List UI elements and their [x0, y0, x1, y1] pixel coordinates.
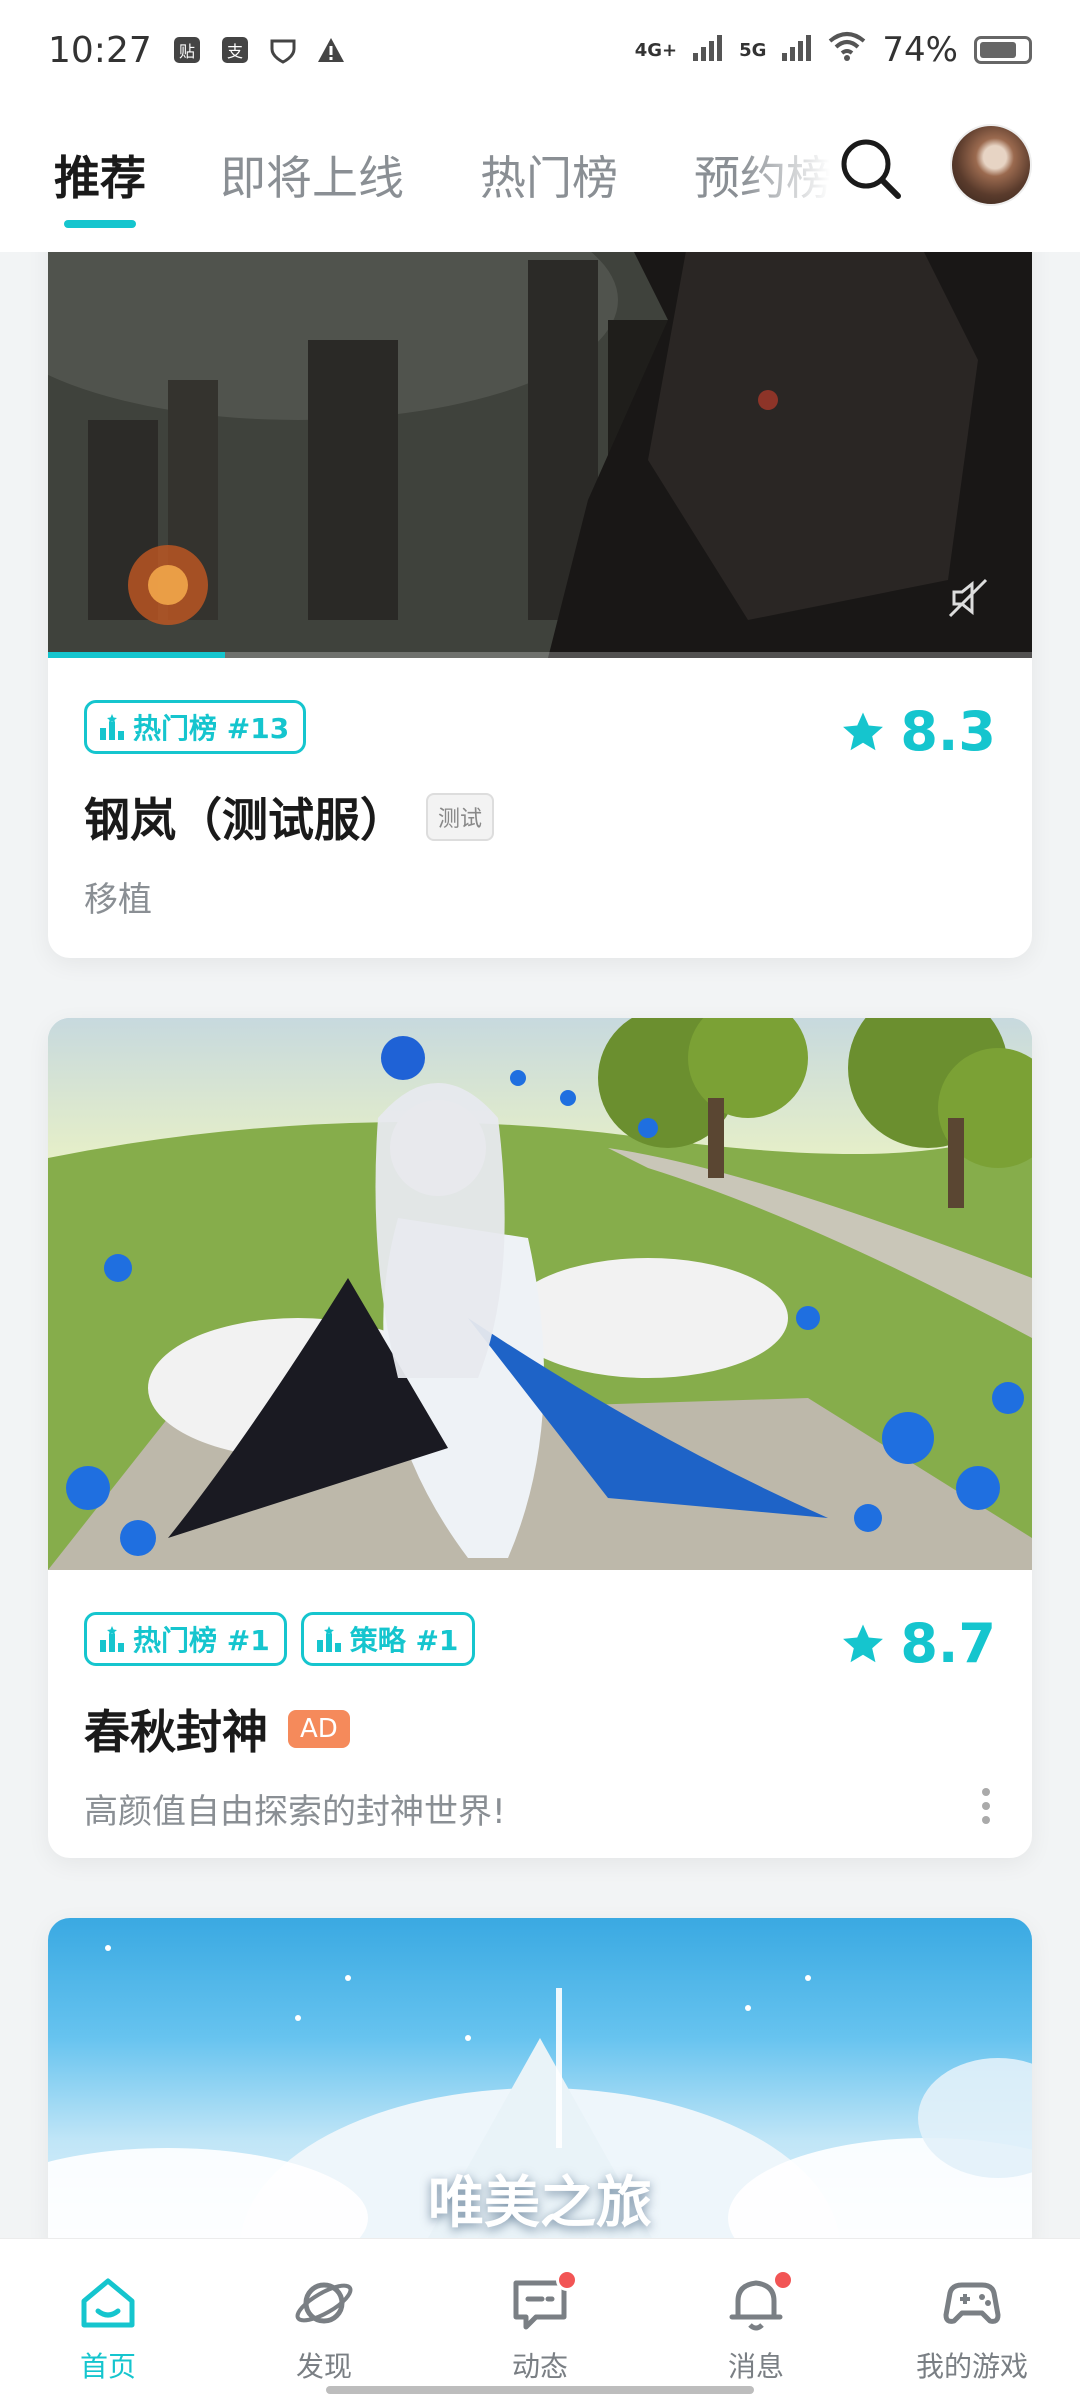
alipay-icon: 支 [218, 33, 252, 67]
game-title[interactable]: 春秋封神 [84, 1696, 268, 1762]
planet-icon [292, 2271, 356, 2335]
ranking-tag[interactable]: 热门榜 #1 [84, 1612, 287, 1666]
rating: 8.3 [840, 700, 996, 763]
tab-hot-chart[interactable]: 热门榜 [480, 142, 618, 208]
ranking-icon [100, 1626, 124, 1652]
test-badge: 测试 [426, 793, 495, 841]
more-options-icon[interactable] [980, 1786, 992, 1826]
tab-upcoming[interactable]: 即将上线 [220, 142, 404, 208]
mute-icon[interactable] [944, 574, 992, 622]
chat-icon [508, 2269, 578, 2335]
battery-percent: 74% [882, 30, 958, 70]
ranking-icon [100, 714, 124, 740]
nav-messages[interactable]: 消息 [648, 2239, 864, 2400]
game-banner-image[interactable]: 唯美之旅 [48, 1918, 1032, 2258]
game-video-banner[interactable] [48, 200, 1032, 658]
nav-discover-label: 发现 [295, 2350, 352, 2383]
rating-value: 8.7 [900, 1612, 996, 1675]
home-indicator[interactable] [326, 2386, 754, 2394]
nav-feed[interactable]: 动态 [432, 2239, 648, 2400]
svg-text:贴: 贴 [179, 42, 195, 61]
game-subtitle: 高颜值自由探索的封神世界! [84, 1792, 506, 1832]
notification-dot [556, 2269, 578, 2291]
wifi-icon [828, 30, 866, 70]
nav-feed-label: 动态 [511, 2350, 568, 2383]
game-card[interactable]: 热门榜 #13 8.3 钢岚（测试服） 测试 移植 [48, 200, 1032, 958]
battery-icon [974, 36, 1032, 64]
banner-overlay-text: 唯美之旅 [428, 2171, 652, 2236]
category-ranking-label: 策略 #1 [349, 1624, 459, 1657]
nav-messages-label: 消息 [727, 2350, 784, 2383]
status-bar: 10:27 贴 支 4G+ 5G 74% [0, 0, 1080, 100]
game-banner-image[interactable] [48, 1018, 1032, 1570]
gamepad-icon [940, 2271, 1004, 2335]
tab-recommend[interactable]: 推荐 [54, 142, 146, 208]
network-5g-label: 5G [739, 39, 767, 61]
shield-app-icon [266, 33, 300, 67]
game-subtitle: 移植 [84, 880, 152, 920]
search-icon[interactable] [836, 134, 906, 204]
rating-value: 8.3 [900, 700, 996, 763]
bell-icon [724, 2269, 794, 2335]
home-icon [76, 2271, 140, 2335]
network-4g-label: 4G+ [634, 39, 678, 61]
signal-icon-2 [782, 30, 812, 70]
top-nav: 推荐 即将上线 热门榜 预约榜 [0, 100, 1080, 252]
nav-discover[interactable]: 发现 [216, 2239, 432, 2400]
signal-icon [693, 30, 723, 70]
category-ranking-tag[interactable]: 策略 #1 [300, 1612, 476, 1666]
nav-my-games-label: 我的游戏 [915, 2350, 1028, 2383]
notification-dot [772, 2269, 794, 2291]
ranking-icon [316, 1626, 341, 1652]
star-icon [843, 711, 884, 750]
status-time: 10:27 [48, 29, 152, 71]
rating: 8.7 [840, 1612, 996, 1675]
star-icon [843, 1623, 884, 1662]
tab-indicator [64, 220, 136, 228]
ranking-tag[interactable]: 热门榜 #13 [84, 700, 307, 754]
ad-badge: AD [288, 1710, 350, 1748]
nav-home-label: 首页 [79, 2350, 136, 2383]
notification-tie-icon: 贴 [170, 33, 204, 67]
warning-icon [314, 33, 348, 67]
ranking-tag-label: 热门榜 #13 [133, 712, 290, 745]
nav-home[interactable]: 首页 [0, 2239, 216, 2400]
ranking-tag-label: 热门榜 #1 [133, 1624, 270, 1657]
game-card[interactable]: 热门榜 #1 策略 #1 8.7 春秋封神 AD 高颜值自由探索的封神世界! [48, 1018, 1032, 1858]
game-title[interactable]: 钢岚（测试服） [84, 784, 406, 850]
bottom-nav: 首页 发现 动态 消息 我的游戏 [0, 2238, 1080, 2400]
svg-text:支: 支 [227, 42, 243, 61]
avatar[interactable] [950, 124, 1032, 206]
game-card[interactable]: 唯美之旅 [48, 1918, 1032, 2258]
nav-my-games[interactable]: 我的游戏 [864, 2239, 1080, 2400]
